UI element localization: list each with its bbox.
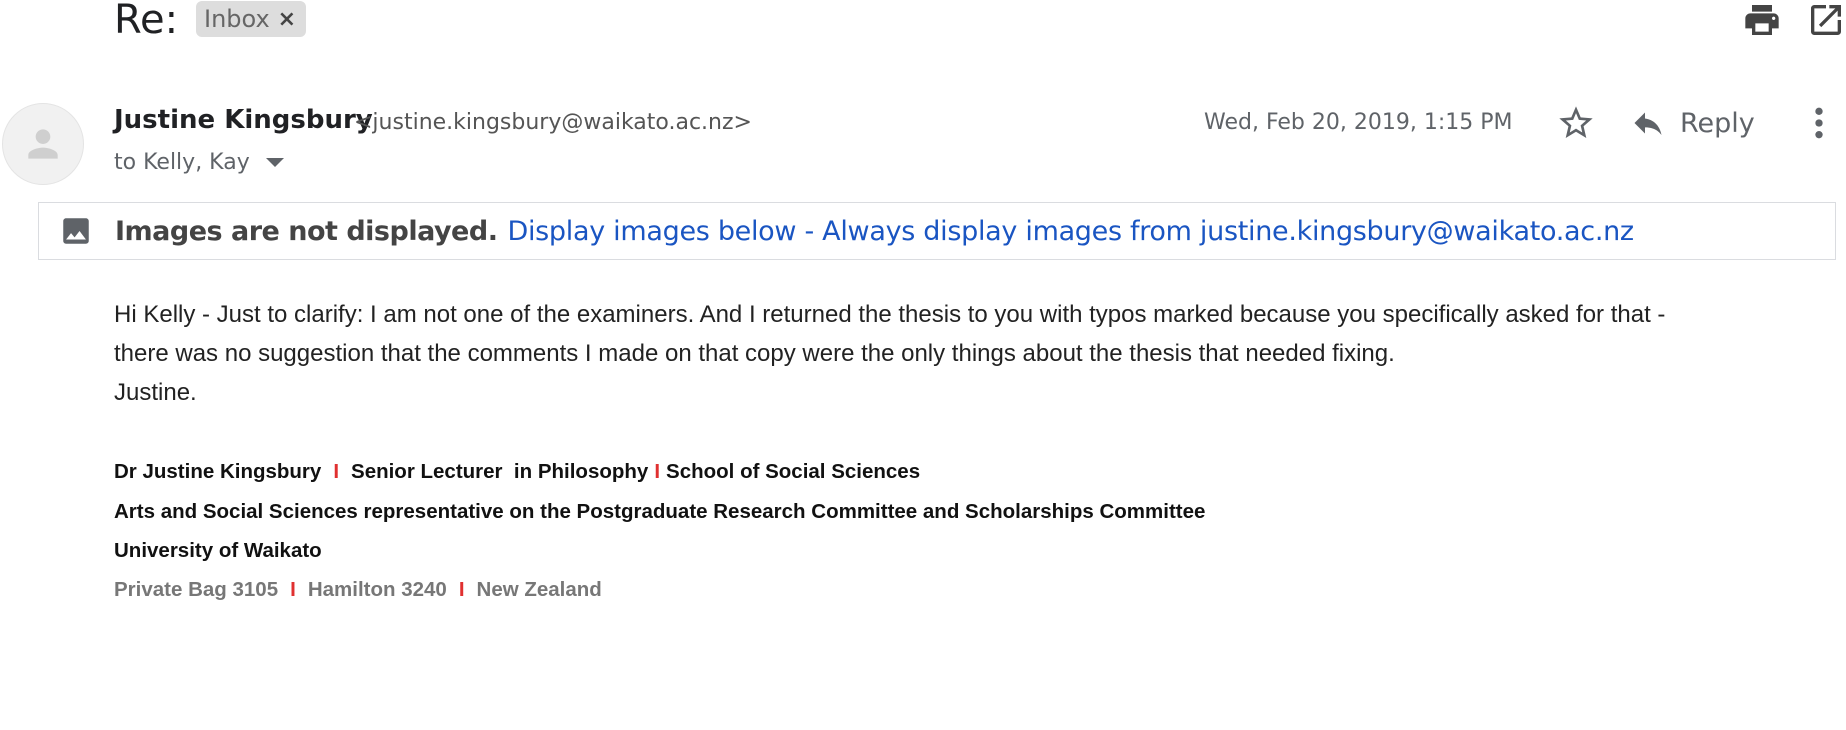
open-in-new-window-icon[interactable] <box>1806 0 1846 40</box>
body-line: Hi Kelly - Just to clarify: I am not one… <box>114 301 1666 328</box>
body-line: Justine. <box>114 379 197 406</box>
remove-label-button[interactable]: × <box>278 7 296 32</box>
recipients-line: to Kelly, Kay <box>114 150 284 175</box>
print-icon[interactable] <box>1742 0 1782 40</box>
signature-role: Arts and Social Sciences representative … <box>114 500 1206 523</box>
star-icon[interactable] <box>1556 103 1596 143</box>
recipient-details-dropdown-icon[interactable] <box>265 158 284 167</box>
signature-title: Senior Lecturer in Philosophy <box>351 460 649 483</box>
reply-icon <box>1634 112 1662 135</box>
more-options-icon[interactable] <box>1804 103 1834 143</box>
signature-separator: I <box>458 578 465 601</box>
label-name: Inbox <box>204 5 270 33</box>
recipients-text: to Kelly, Kay <box>114 150 250 175</box>
signature-school: School of Social Sciences <box>666 460 921 483</box>
signature-separator: I <box>290 578 296 601</box>
signature-address-2: Hamilton 3240 <box>307 578 447 601</box>
inbox-label-chip[interactable]: Inbox × <box>196 1 307 37</box>
signature-name: Dr Justine Kingsbury <box>114 460 322 483</box>
signature-separator: I <box>654 460 661 483</box>
signature-address: Private Bag 3105 I Hamilton 3240 I New Zeala… <box>114 578 602 602</box>
signature-university: University of Waikato <box>114 539 322 562</box>
display-images-link[interactable]: Display images below - Always display im… <box>507 216 1634 247</box>
signature-separator: I <box>333 460 340 483</box>
image-icon <box>63 218 89 244</box>
person-icon <box>28 129 58 159</box>
images-hidden-notice: Images are not displayed. <box>115 215 498 247</box>
signature-line-1: Dr Justine Kingsbury I Senior Lecturer in … <box>114 460 920 484</box>
sender-avatar[interactable] <box>2 103 84 185</box>
signature-address-1: Private Bag 3105 <box>114 578 279 601</box>
signature-address-3: New Zealand <box>476 578 602 601</box>
sender-email: <justine.kingsbury@waikato.ac.nz> <box>354 110 752 135</box>
message-body: Hi Kelly - Just to clarify: I am not one… <box>114 295 1814 412</box>
images-hidden-banner: Images are not displayed. Display images… <box>38 202 1836 260</box>
reply-label: Reply <box>1680 107 1755 139</box>
body-line: there was no suggestion that the comment… <box>114 340 1395 367</box>
message-date: Wed, Feb 20, 2019, 1:15 PM <box>1204 110 1513 135</box>
email-subject: Re: <box>114 0 179 43</box>
reply-button[interactable]: Reply <box>1630 101 1755 145</box>
sender-name[interactable]: Justine Kingsbury <box>114 105 373 135</box>
